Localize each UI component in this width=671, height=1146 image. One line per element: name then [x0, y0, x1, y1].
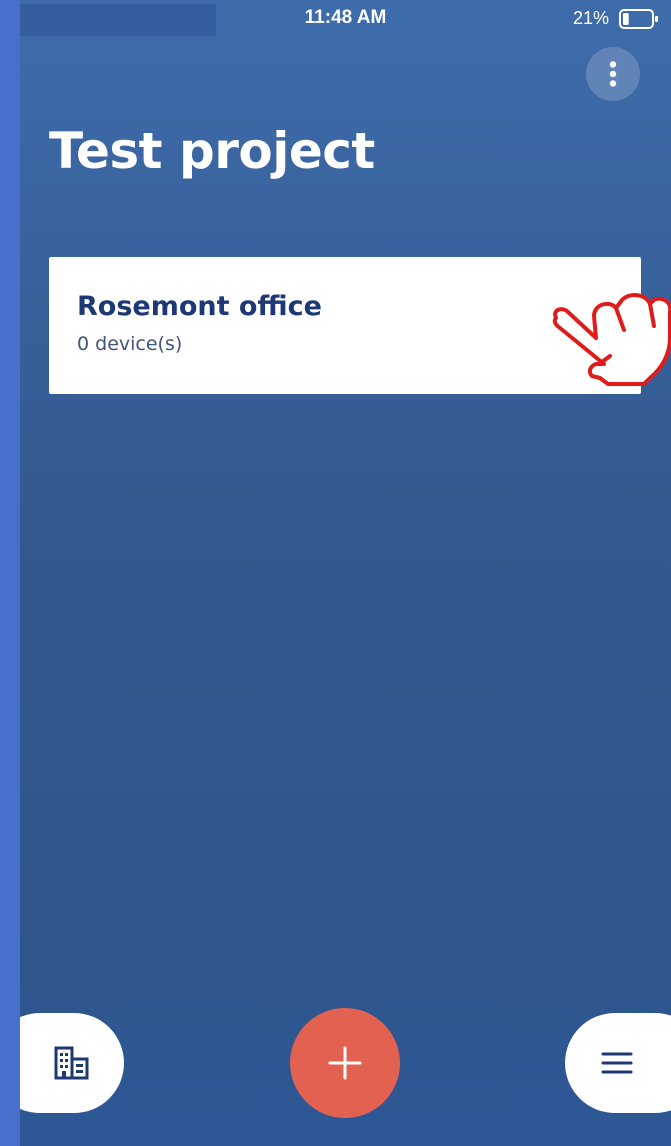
- hand-pointer-icon: [552, 293, 671, 386]
- buildings-tab[interactable]: [20, 1013, 124, 1113]
- location-device-count: 0 device(s): [77, 333, 183, 355]
- buildings-icon: [54, 1046, 89, 1080]
- more-vertical-icon: [609, 61, 617, 87]
- hamburger-menu-icon: [601, 1052, 633, 1074]
- plus-icon: [328, 1046, 362, 1080]
- location-name: Rosemont office: [77, 291, 322, 322]
- battery-icon: [619, 9, 658, 29]
- battery-percent: 21%: [572, 8, 609, 28]
- app-screen: 11:48 AM 21% Test project Rosemont offic…: [20, 0, 671, 1146]
- add-button[interactable]: [290, 1008, 400, 1118]
- page-title: Test project: [49, 122, 375, 180]
- screen-frame-edge: [0, 0, 20, 1146]
- menu-tab[interactable]: [565, 1013, 671, 1113]
- more-options-button[interactable]: [586, 47, 640, 101]
